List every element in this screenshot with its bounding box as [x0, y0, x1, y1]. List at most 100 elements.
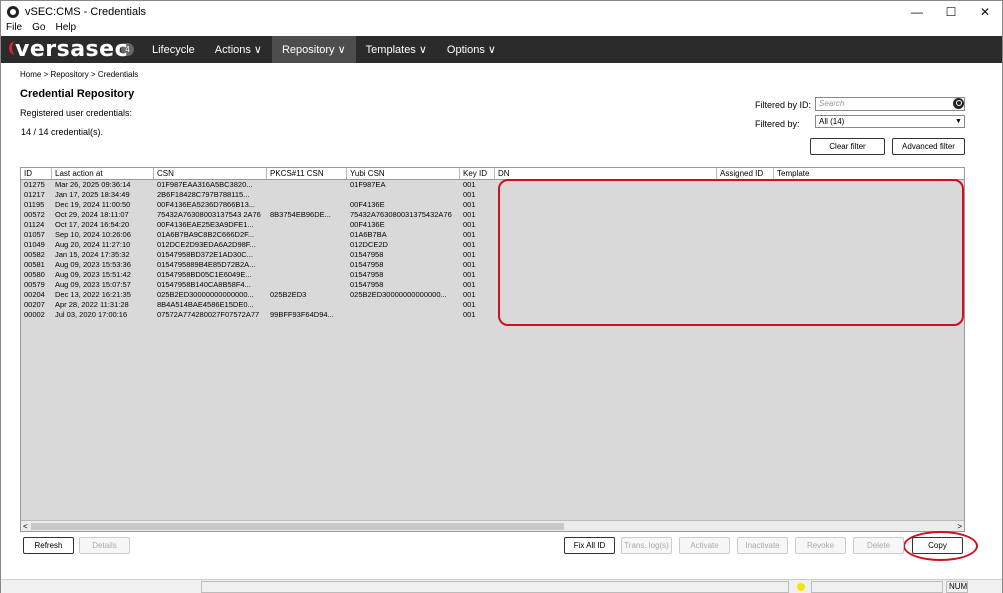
- maximize-icon[interactable]: ☐: [934, 1, 968, 23]
- close-icon[interactable]: ✕: [968, 1, 1002, 23]
- cell-id: 01057: [24, 230, 45, 239]
- cell-last-action: Aug 09, 2023 15:51:42: [55, 270, 131, 279]
- window-controls: — ☐ ✕: [900, 1, 1002, 23]
- cell-pkcs11-csn: 99BFF93F64D94...: [270, 310, 334, 319]
- scroll-right-icon[interactable]: >: [957, 521, 962, 532]
- cell-csn: 2B6F18428C797B788115...: [157, 190, 250, 199]
- cell-csn: 75432A76308003137543 2A76: [157, 210, 261, 219]
- cell-last-action: Oct 29, 2024 18:11:07: [55, 210, 129, 219]
- col-last-action[interactable]: Last action at: [52, 168, 154, 179]
- cell-last-action: Oct 17, 2024 16:54:20: [55, 220, 130, 229]
- cell-pkcs11-csn: [267, 260, 347, 270]
- cell-last-action: Aug 09, 2023 15:07:57: [55, 280, 131, 289]
- breadcrumb: Home > Repository > Credentials: [20, 70, 139, 79]
- status-panel-main: [201, 581, 789, 593]
- status-num: NUM: [946, 581, 968, 593]
- cell-id: 01124: [24, 220, 45, 229]
- search-input[interactable]: Search: [815, 97, 965, 111]
- filter-id-label: Filtered by ID:: [755, 100, 812, 110]
- cell-id: 00581: [24, 260, 45, 269]
- cell-csn: 01A6B7BA9C8B2C666D2F...: [157, 230, 255, 239]
- nav-templates[interactable]: Templates ∨: [356, 36, 437, 63]
- col-template[interactable]: Template: [774, 168, 964, 179]
- annotation-dn-highlight: [498, 179, 964, 326]
- cell-last-action: Aug 20, 2024 11:27:10: [55, 240, 131, 249]
- delete-button[interactable]: Delete: [853, 537, 904, 554]
- cell-pkcs11-csn: [267, 280, 347, 290]
- col-pkcs11-csn[interactable]: PKCS#11 CSN: [267, 168, 347, 179]
- trans-log-button[interactable]: Trans. log(s): [621, 537, 672, 554]
- window-title: vSEC:CMS - Credentials: [25, 6, 147, 18]
- fix-all-id-button[interactable]: Fix All ID: [564, 537, 615, 554]
- refresh-button[interactable]: Refresh: [23, 537, 74, 554]
- cell-yubi-csn: [347, 310, 460, 320]
- cell-pkcs11-csn: [267, 200, 347, 210]
- inactivate-button[interactable]: Inactivate: [737, 537, 788, 554]
- filter-by-label: Filtered by:: [755, 119, 800, 129]
- cell-pkcs11-csn: 025B2ED3: [270, 290, 307, 299]
- cell-key-id: 001: [463, 180, 476, 189]
- cell-yubi-csn: 01547958: [350, 250, 384, 259]
- cell-yubi-csn: 00F4136E: [350, 220, 385, 229]
- col-id[interactable]: ID: [21, 168, 52, 179]
- cell-last-action: Aug 09, 2023 15:53:36: [55, 260, 131, 269]
- versasec-logo: versasec: [9, 37, 128, 62]
- cell-last-action: Dec 19, 2024 11:00:50: [55, 200, 131, 209]
- search-icon[interactable]: [953, 98, 964, 109]
- cell-id: 01217: [24, 190, 45, 199]
- credential-count: 14 / 14 credential(s).: [21, 127, 104, 137]
- cell-key-id: 001: [463, 280, 476, 289]
- logo-swoosh-icon: [9, 41, 23, 55]
- cell-pkcs11-csn: [267, 250, 347, 260]
- menu-file[interactable]: File: [1, 22, 27, 36]
- cell-key-id: 001: [463, 240, 476, 249]
- nav-lifecycle[interactable]: Lifecycle: [142, 36, 205, 63]
- advanced-filter-button[interactable]: Advanced filter: [892, 138, 965, 155]
- cell-pkcs11-csn: [267, 220, 347, 230]
- cell-pkcs11-csn: 8B3754EB96DE...: [270, 210, 331, 219]
- menu-bar: File Go Help: [1, 22, 81, 36]
- scroll-thumb[interactable]: [31, 523, 564, 530]
- col-csn[interactable]: CSN: [154, 168, 267, 179]
- cell-last-action: Dec 13, 2022 16:21:35: [55, 290, 131, 299]
- col-assigned-id[interactable]: Assigned ID: [717, 168, 774, 179]
- chevron-down-icon: ▼: [955, 118, 962, 125]
- cell-key-id: 001: [463, 190, 476, 199]
- cell-csn: 025B2ED30000000000000...: [157, 290, 254, 299]
- col-key-id[interactable]: Key ID: [460, 168, 495, 179]
- cell-pkcs11-csn: [267, 300, 347, 310]
- cell-yubi-csn: 75432A763080031375432A76: [350, 210, 452, 219]
- app-icon: [7, 6, 19, 18]
- details-button[interactable]: Details: [79, 537, 130, 554]
- revoke-button[interactable]: Revoke: [795, 537, 846, 554]
- cell-id: 00572: [24, 210, 45, 219]
- cell-key-id: 001: [463, 290, 476, 299]
- menu-go[interactable]: Go: [27, 22, 50, 36]
- page-subtitle: Registered user credentials:: [20, 108, 133, 118]
- col-yubi-csn[interactable]: Yubi CSN: [347, 168, 460, 179]
- nav-options[interactable]: Options ∨: [437, 36, 506, 63]
- copy-button[interactable]: Copy: [912, 537, 963, 554]
- cell-key-id: 001: [463, 210, 476, 219]
- clear-filter-button[interactable]: Clear filter: [810, 138, 885, 155]
- cell-yubi-csn: 01547958: [350, 280, 384, 289]
- activate-button[interactable]: Activate: [679, 537, 730, 554]
- cell-csn: 01547958BD372E1AD30C...: [157, 250, 253, 259]
- cell-csn: 01547958B140CA8B58F4...: [157, 280, 251, 289]
- page-title: Credential Repository: [20, 88, 135, 100]
- col-dn[interactable]: DN: [495, 168, 717, 179]
- cell-last-action: Jan 17, 2025 18:34:49: [55, 190, 130, 199]
- menu-help[interactable]: Help: [50, 22, 81, 36]
- cell-csn: 07572A774280027F07572A77: [157, 310, 260, 319]
- cell-key-id: 001: [463, 260, 476, 269]
- cell-yubi-csn: [347, 190, 460, 200]
- filter-by-select[interactable]: All (14) ▼: [815, 115, 965, 128]
- status-indicator-icon: [797, 583, 805, 591]
- cell-yubi-csn: 00F4136E: [350, 200, 385, 209]
- scroll-left-icon[interactable]: <: [23, 521, 28, 532]
- minimize-icon[interactable]: —: [900, 1, 934, 23]
- nav-actions[interactable]: Actions ∨: [205, 36, 272, 63]
- horizontal-scrollbar[interactable]: < >: [21, 520, 964, 531]
- nav-repository[interactable]: Repository ∨: [271, 36, 356, 63]
- status-panel-progress: [811, 581, 943, 593]
